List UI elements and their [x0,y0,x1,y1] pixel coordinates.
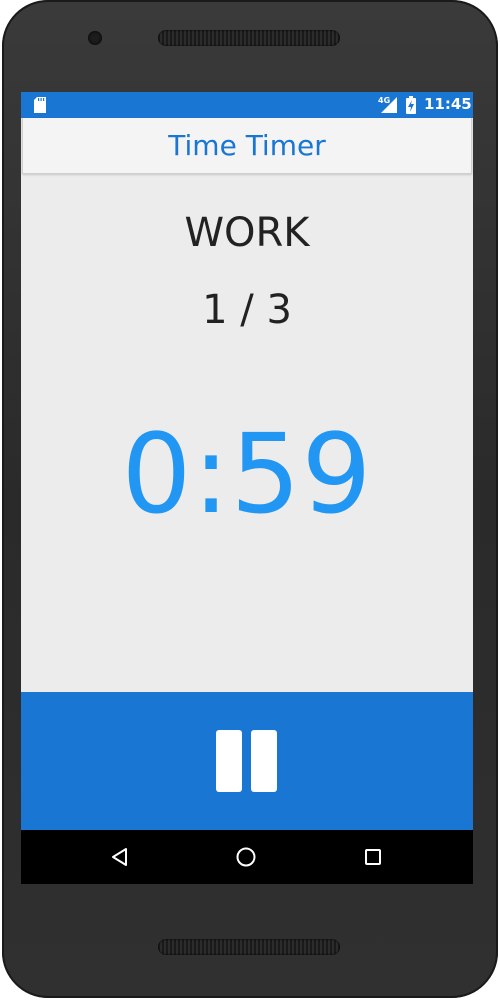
phase-label: WORK [184,210,310,256]
bottom-speaker [158,939,340,955]
home-icon[interactable] [233,844,259,870]
top-speaker [158,30,340,46]
control-bar [21,692,473,830]
status-time: 11:45 [424,95,472,113]
navigation-bar [21,830,473,884]
signal-icon [381,97,397,113]
battery-charging-icon [406,96,416,114]
recents-icon[interactable] [360,844,386,870]
status-bar: 4G 11:45 [21,92,473,118]
round-counter: 1 / 3 [202,287,292,333]
pause-button[interactable] [215,730,279,792]
front-camera [88,31,102,45]
back-icon[interactable] [107,844,133,870]
sd-card-icon [34,97,46,113]
app-title: Time Timer [168,129,326,162]
app-bar: Time Timer [22,118,472,174]
countdown-display: 0:59 [121,410,373,538]
app-screen: 4G 11:45 Time Timer WORK 1 / 3 0:59 [21,92,473,884]
pause-icon-bar [251,730,277,792]
pause-icon [216,730,242,792]
